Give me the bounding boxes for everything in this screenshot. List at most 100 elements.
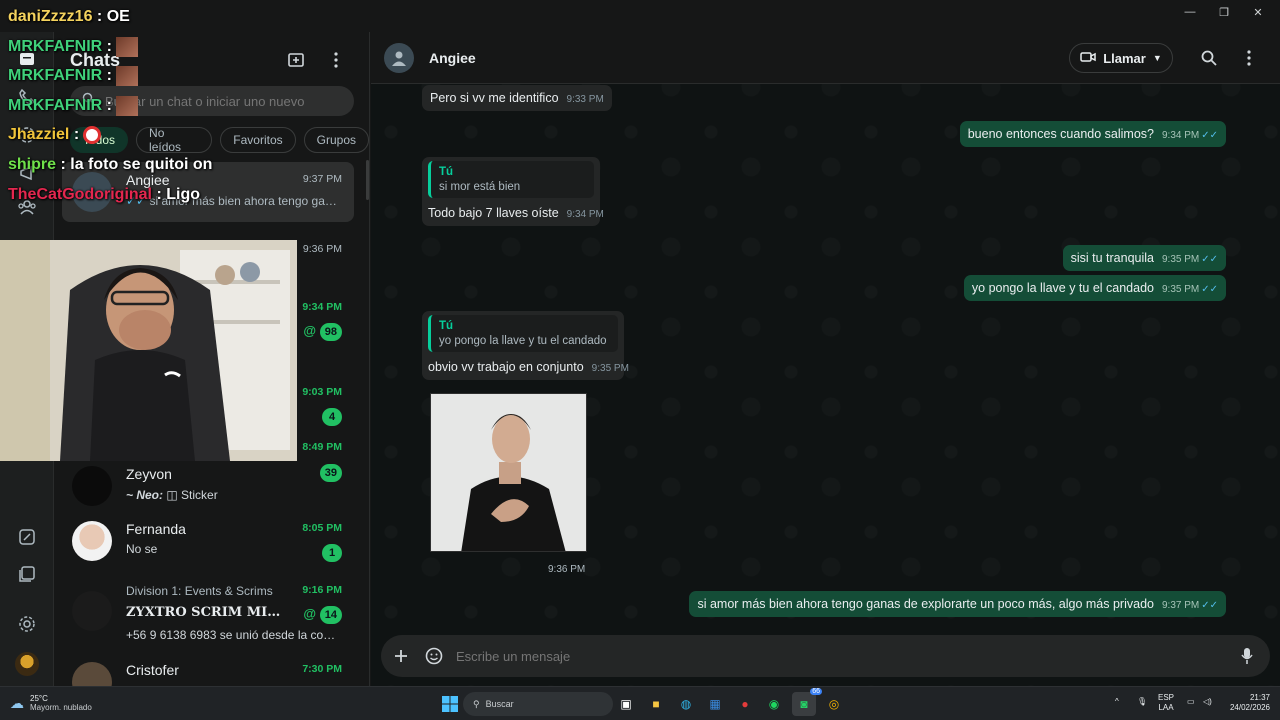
message-incoming[interactable]: Pero si vv me identifico 9:33 PM bbox=[422, 85, 612, 111]
stream-chat-user: MRKFAFNIR bbox=[8, 97, 103, 115]
search-input[interactable] bbox=[105, 93, 345, 109]
search-messages-icon[interactable] bbox=[1197, 46, 1221, 70]
stream-chat-user: Jhazziel bbox=[8, 126, 70, 144]
read-receipt-icon: ✓✓ bbox=[1201, 130, 1218, 141]
mention-icon: @ bbox=[303, 606, 316, 621]
emoji-sticker-icon[interactable] bbox=[422, 644, 446, 668]
chat-item-name: Zeyvon bbox=[126, 466, 172, 482]
volume-icon[interactable]: ◁) bbox=[1203, 697, 1212, 707]
contact-avatar[interactable] bbox=[384, 43, 414, 73]
emote-icon bbox=[116, 37, 138, 57]
call-button[interactable]: Llamar ▼ bbox=[1069, 43, 1173, 73]
chat-item-time: 7:30 PM bbox=[302, 663, 342, 675]
chat-list-scrollbar[interactable] bbox=[366, 160, 369, 200]
message-outgoing[interactable]: yo pongo la llave y tu el candado 9:35 PM… bbox=[963, 275, 1226, 301]
attach-icon[interactable] bbox=[389, 644, 413, 668]
maximize-icon[interactable]: ❐ bbox=[1208, 2, 1240, 22]
store-icon[interactable]: ▦ bbox=[703, 692, 727, 716]
chat-filters: Todos No leídos Favoritos Grupos bbox=[70, 126, 369, 154]
stream-chat-user: daniZzzz16 bbox=[8, 8, 93, 25]
chat-item-fernanda[interactable]: Fernanda 8:05 PM No se 1 bbox=[62, 511, 354, 571]
network-icon[interactable]: ▭ bbox=[1187, 697, 1195, 707]
chat-item-name: Fernanda bbox=[126, 521, 186, 537]
conversation-menu-icon[interactable] bbox=[1237, 46, 1261, 70]
stream-chat-line: daniZzzz16 : OE bbox=[8, 8, 130, 25]
webcam-image bbox=[0, 240, 297, 461]
stream-chat-line: MRKFAFNIR : bbox=[8, 37, 138, 57]
show-hidden-icons[interactable]: ^ bbox=[1115, 697, 1119, 707]
message-incoming-reply[interactable]: Tú si mor está bien Todo bajo 7 llaves o… bbox=[422, 157, 604, 226]
video-call-icon bbox=[1080, 51, 1096, 66]
chat-item-zyxtro-scrim[interactable]: Division 1: Events & Scrims 9:16 PM ZYXT… bbox=[62, 577, 354, 647]
clock[interactable]: 21:37 24/02/2026 bbox=[1226, 693, 1270, 713]
read-receipt-icon: ✓✓ bbox=[1201, 254, 1218, 265]
avatar bbox=[72, 591, 112, 631]
language-indicator[interactable]: ESP LAA bbox=[1158, 693, 1174, 713]
new-chat-icon[interactable] bbox=[284, 48, 308, 72]
weather-widget[interactable]: ☁ 25°C Mayorm. nublado bbox=[10, 694, 92, 712]
edge-browser-icon[interactable]: ◍ bbox=[674, 692, 698, 716]
chat-item-time: 9:16 PM bbox=[302, 584, 342, 596]
media-gallery-icon[interactable] bbox=[14, 561, 40, 587]
quoted-message[interactable]: Tú yo pongo la llave y tu el candado bbox=[428, 315, 618, 352]
webcam-overlay bbox=[0, 240, 297, 461]
chat-item-cristofer[interactable]: Cristofer 7:30 PM bbox=[62, 652, 354, 686]
message-incoming-reply[interactable]: Tú yo pongo la llave y tu el candado obv… bbox=[422, 311, 629, 380]
quoted-message[interactable]: Tú si mor está bien bbox=[428, 161, 594, 198]
message-outgoing[interactable]: sisi tu tranquila 9:35 PM ✓✓ bbox=[1062, 245, 1226, 271]
unread-badge: 4 bbox=[322, 408, 342, 426]
stream-chat-line: MRKFAFNIR : bbox=[8, 96, 138, 116]
filter-unread[interactable]: No leídos bbox=[136, 126, 213, 154]
unread-badge: 1 bbox=[322, 544, 342, 562]
minimize-icon[interactable]: — bbox=[1174, 2, 1206, 22]
search-icon: ⚲ bbox=[473, 698, 480, 709]
stream-chat-line: Jhazziel : bbox=[8, 126, 102, 144]
photo-time: 9:36 PM bbox=[548, 564, 586, 575]
stream-chat-line: MRKFAFNIR : bbox=[8, 66, 138, 86]
streaming-app-icon[interactable]: ● bbox=[733, 692, 757, 716]
emote-icon bbox=[116, 66, 138, 86]
meta-ai-icon[interactable] bbox=[14, 524, 40, 550]
message-photo[interactable] bbox=[430, 393, 587, 552]
stream-chat-user: shipre bbox=[8, 156, 57, 173]
avatar bbox=[72, 466, 112, 506]
chat-item-zeyvon[interactable]: Zeyvon 39 ~ Neo: ◫ Sticker bbox=[62, 456, 354, 516]
avatar bbox=[72, 662, 112, 686]
taskbar-search[interactable]: ⚲ Buscar bbox=[463, 692, 613, 716]
chat-item-time: 9:36 PM bbox=[302, 243, 342, 255]
microphone-icon[interactable] bbox=[1235, 644, 1259, 668]
message-input[interactable] bbox=[456, 645, 1156, 667]
contact-name[interactable]: Angiee bbox=[429, 50, 476, 66]
windows-start-icon[interactable] bbox=[438, 692, 462, 716]
unread-badge: 39 bbox=[319, 464, 342, 482]
conversation-panel: Angiee Llamar ▼ Pero si vv me identifico… bbox=[371, 32, 1280, 686]
whatsapp-icon[interactable]: ◙ 66 bbox=[792, 688, 822, 716]
profile-avatar[interactable] bbox=[15, 652, 39, 676]
close-icon[interactable]: ✕ bbox=[1242, 2, 1274, 22]
stream-chat-line: shipre : la foto se quitoi on bbox=[8, 156, 213, 173]
chrome-icon[interactable]: ◎ bbox=[822, 692, 846, 716]
message-outgoing[interactable]: si amor más bien ahora tengo ganas de ex… bbox=[689, 591, 1226, 617]
stream-chat-user: MRKFAFNIR bbox=[8, 67, 103, 85]
menu-icon[interactable] bbox=[324, 48, 348, 72]
chat-item-time: 8:49 PM bbox=[302, 441, 342, 453]
message-outgoing[interactable]: bueno entonces cuando salimos? 9:34 PM ✓✓ bbox=[959, 121, 1226, 147]
window-controls: — ❐ ✕ bbox=[1174, 2, 1274, 22]
unread-badge: 98 bbox=[319, 323, 342, 341]
file-explorer-icon[interactable]: ■ bbox=[644, 692, 668, 716]
sticker-icon: ◫ bbox=[166, 488, 178, 502]
notification-badge: 66 bbox=[810, 688, 822, 695]
spotify-icon[interactable]: ◉ bbox=[762, 692, 786, 716]
chat-item-time: 8:05 PM bbox=[302, 522, 342, 534]
microphone-tray-icon[interactable]: 🎙 bbox=[1137, 697, 1147, 707]
filter-favorites[interactable]: Favoritos bbox=[220, 127, 296, 153]
chat-item-time: 9:34 PM bbox=[302, 301, 342, 313]
task-view-icon[interactable]: ▣ bbox=[614, 692, 638, 716]
read-receipt-icon: ✓✓ bbox=[1201, 284, 1218, 295]
settings-icon[interactable] bbox=[14, 611, 40, 637]
chevron-down-icon: ▼ bbox=[1152, 53, 1162, 63]
cloud-icon: ☁ bbox=[10, 694, 24, 711]
no-sign-icon bbox=[83, 126, 102, 144]
chat-item-preview: No se bbox=[126, 542, 158, 556]
filter-groups[interactable]: Grupos bbox=[303, 127, 369, 153]
